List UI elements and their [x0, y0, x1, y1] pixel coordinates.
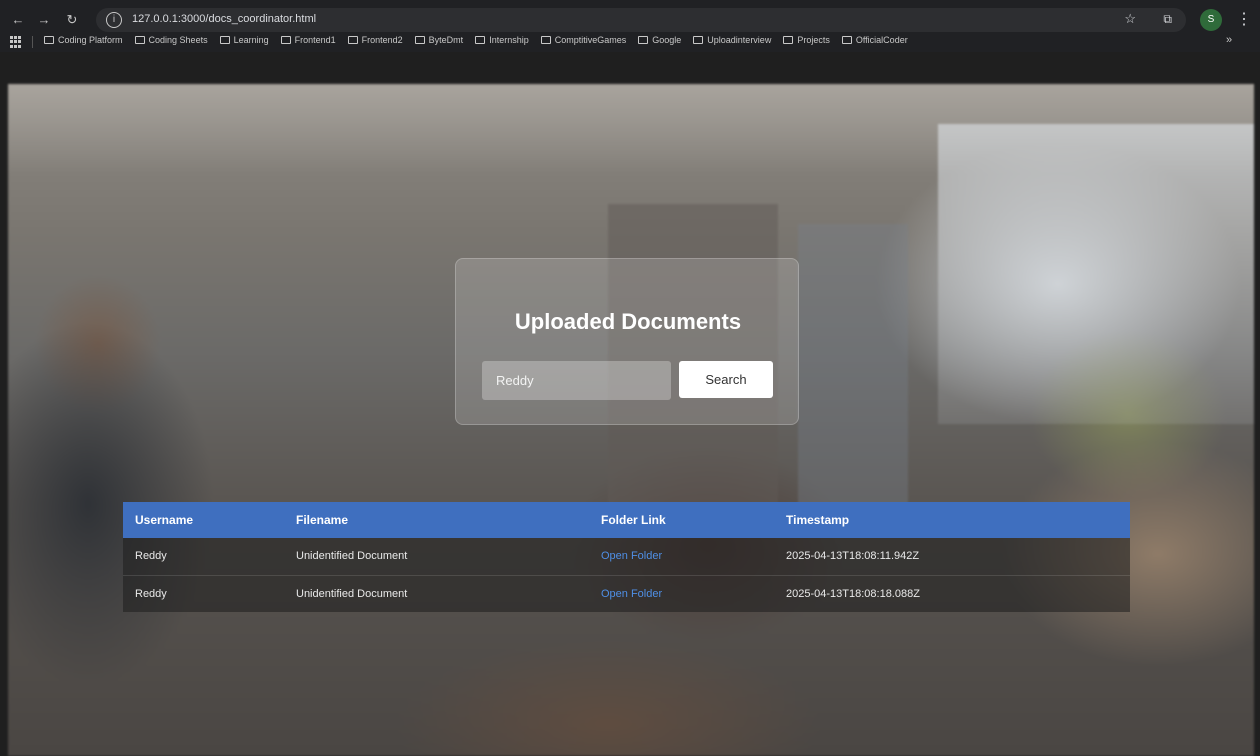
table-row: Reddy Unidentified Document Open Folder …: [123, 538, 1130, 575]
reload-icon[interactable]: ↻: [62, 10, 82, 30]
pillar-area: [798, 224, 908, 524]
table-row: Reddy Unidentified Document Open Folder …: [123, 575, 1130, 612]
bookmark-folder-item[interactable]: ComptitiveGames: [540, 35, 627, 45]
header-filename: Filename: [296, 513, 349, 527]
window-area: [938, 124, 1254, 424]
documents-table: Username Filename Folder Link Timestamp …: [123, 502, 1130, 612]
folder-icon: [44, 36, 54, 44]
cell-timestamp: 2025-04-13T18:08:18.088Z: [786, 587, 920, 600]
navigation-bar: ← → ↻ i 127.0.0.1:3000/docs_coordinator.…: [0, 8, 1260, 32]
folder-icon: [219, 36, 230, 44]
bookmark-folder-item[interactable]: Learning: [219, 35, 269, 45]
folder-icon: [414, 36, 425, 44]
search-input[interactable]: [482, 361, 671, 400]
bookmark-label: Uploadinterview: [707, 35, 772, 45]
folder-icon: [841, 36, 852, 44]
bookmark-list: Coding Platform Coding Sheets Learning Fron…: [44, 35, 908, 45]
browser-menu-icon[interactable]: ⋮: [1236, 8, 1252, 32]
profile-avatar[interactable]: S: [1200, 9, 1222, 31]
bookmarks-divider: [32, 36, 33, 48]
search-button[interactable]: Search: [679, 361, 773, 398]
back-arrow-icon[interactable]: ←: [8, 10, 28, 30]
folder-icon: [783, 36, 794, 44]
page-title: Uploaded Documents: [514, 309, 742, 334]
browser-chrome: ← → ↻ i 127.0.0.1:3000/docs_coordinator.…: [0, 0, 1260, 52]
folder-icon: [280, 36, 291, 44]
cell-filename: Unidentified Document: [296, 550, 408, 563]
forward-arrow-icon[interactable]: →: [34, 10, 54, 30]
bookmark-label: Learning: [233, 35, 269, 45]
folder-icon: [638, 36, 649, 44]
bookmark-label: Frontend1: [294, 35, 336, 45]
bookmark-label: Frontend2: [361, 35, 403, 45]
more-bookmarks-icon[interactable]: »: [1226, 34, 1232, 46]
folder-icon: [134, 36, 145, 44]
bookmark-folder-item[interactable]: Internship: [475, 35, 529, 45]
apps-grid-icon[interactable]: [10, 36, 22, 48]
bookmark-folder-item[interactable]: Frontend1: [280, 35, 336, 45]
bookmark-label: OfficialCoder: [855, 35, 908, 45]
bookmark-folder-item[interactable]: Projects: [783, 35, 830, 45]
search-card: Uploaded Documents Search: [455, 258, 799, 425]
bookmark-folder-item[interactable]: ByteDmt: [414, 35, 464, 45]
folder-icon: [347, 36, 358, 44]
header-timestamp: Timestamp: [786, 513, 850, 527]
folder-icon: [475, 36, 486, 44]
bookmark-folder-item[interactable]: OfficialCoder: [841, 35, 908, 45]
bookmark-label: Coding Sheets: [148, 35, 208, 45]
cell-filename: Unidentified Document: [296, 587, 408, 600]
cell-username: Reddy: [135, 587, 167, 600]
bookmark-label: ComptitiveGames: [554, 35, 627, 45]
header-folder-link: Folder Link: [601, 513, 666, 527]
address-bar[interactable]: i 127.0.0.1:3000/docs_coordinator.html ☆…: [96, 8, 1186, 32]
bookmark-label: Coding Platform: [58, 35, 123, 45]
bookmarks-bar: Coding Platform Coding Sheets Learning Fron…: [0, 32, 1260, 52]
cell-username: Reddy: [135, 550, 167, 563]
open-folder-link[interactable]: Open Folder: [589, 538, 774, 575]
bookmark-folder-item[interactable]: Coding Platform: [44, 35, 123, 45]
open-folder-link[interactable]: Open Folder: [589, 575, 774, 612]
bookmark-folder-item[interactable]: Uploadinterview: [693, 35, 771, 45]
folder-icon: [540, 36, 551, 44]
bookmark-label: ByteDmt: [428, 35, 464, 45]
bookmark-star-icon[interactable]: ☆: [1124, 11, 1136, 27]
header-username: Username: [135, 513, 194, 527]
table-header-row: Username Filename Folder Link Timestamp: [123, 502, 1130, 538]
url-text[interactable]: 127.0.0.1:3000/docs_coordinator.html: [132, 13, 316, 25]
site-info-icon[interactable]: i: [106, 12, 122, 28]
folder-icon: [693, 36, 704, 44]
bookmark-label: Google: [652, 35, 682, 45]
cell-timestamp: 2025-04-13T18:08:11.942Z: [786, 550, 920, 563]
bookmark-label: Internship: [489, 35, 529, 45]
bookmark-folder-item[interactable]: Coding Sheets: [134, 35, 208, 45]
bookmark-label: Projects: [797, 35, 830, 45]
bookmark-folder-item[interactable]: Google: [638, 35, 681, 45]
bookmark-folder-item[interactable]: Frontend2: [347, 35, 403, 45]
extensions-icon[interactable]: ⧉: [1163, 12, 1172, 27]
